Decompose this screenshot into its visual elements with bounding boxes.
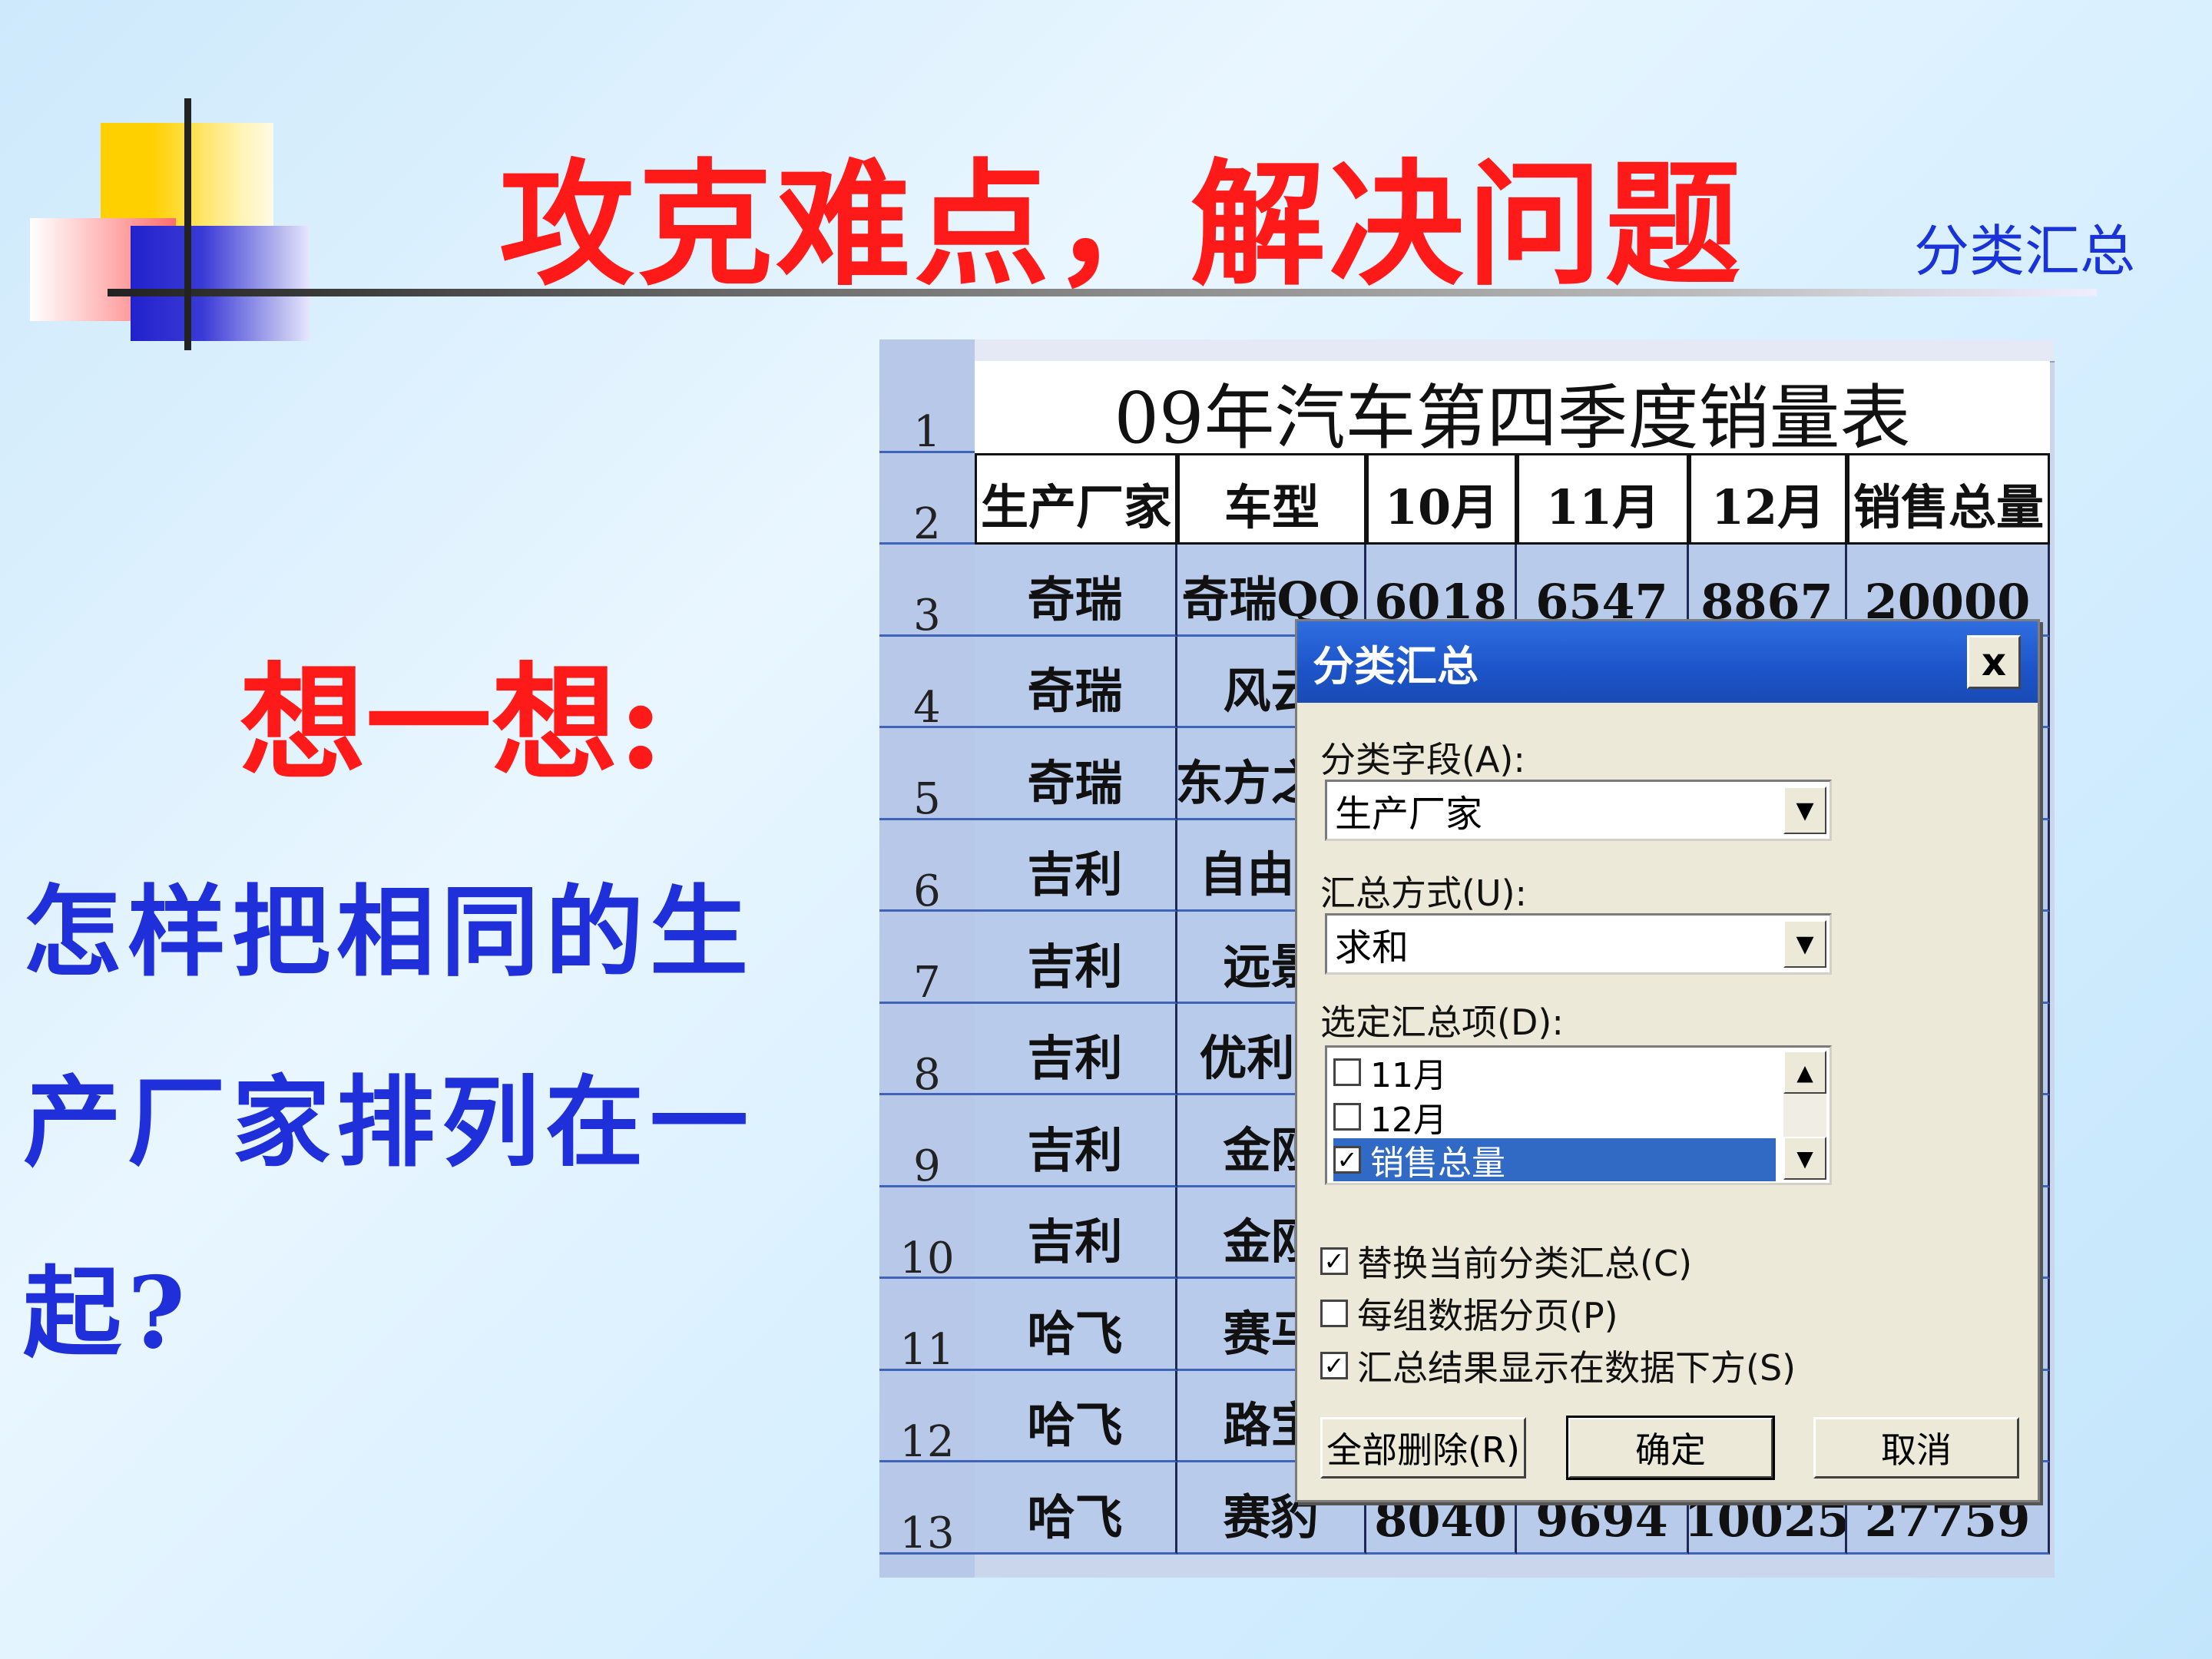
header-cell[interactable]: 车型 [1177, 452, 1366, 545]
sheet-column-header-bar [879, 339, 2055, 363]
question-line: 起? [23, 1256, 192, 1371]
slide-title: 攻克难点，解决问题 [498, 145, 1743, 304]
list-item[interactable]: 12月 [1333, 1095, 1447, 1140]
table-cell[interactable]: 奇瑞 [975, 545, 1177, 637]
checkbox[interactable]: ✓ [1320, 1247, 1348, 1276]
question-line: 怎样把相同的生 [23, 875, 755, 990]
table-cell[interactable]: 奇瑞 [975, 636, 1177, 728]
listbox-scrollbar[interactable]: ▲ ▼ [1783, 1051, 1826, 1180]
list-item[interactable]: ✓ 销售总量 [1333, 1138, 1776, 1183]
func-value: 求和 [1335, 926, 1409, 969]
header-cell[interactable]: 10月 [1366, 452, 1517, 545]
table-cell[interactable]: 奇瑞 [975, 728, 1177, 820]
row-number[interactable]: 3 [879, 545, 975, 641]
row-number[interactable]: 13 [879, 1462, 975, 1558]
row-number[interactable]: 7 [879, 912, 975, 1008]
chevron-down-icon[interactable]: ▼ [1783, 786, 1826, 834]
sheet-title[interactable]: 09年汽车第四季度销量表 [975, 361, 2050, 465]
list-item-label: 11月 [1370, 1056, 1447, 1095]
dialog-title-bar[interactable]: 分类汇总 [1297, 621, 2038, 703]
header-cell[interactable]: 销售总量 [1847, 452, 2050, 545]
row-number[interactable]: 2 [879, 453, 975, 549]
func-select[interactable]: 求和 ▼ [1325, 913, 1832, 975]
table-cell[interactable]: 哈飞 [975, 1279, 1177, 1371]
row-number[interactable]: 9 [879, 1095, 975, 1191]
checkbox[interactable] [1333, 1058, 1361, 1086]
chevron-down-icon[interactable]: ▼ [1783, 920, 1826, 968]
remove-all-button[interactable]: 全部删除(R) [1320, 1417, 1526, 1479]
row-number[interactable]: 6 [879, 820, 975, 916]
list-item[interactable]: 11月 [1333, 1051, 1447, 1095]
table-cell[interactable]: 哈飞 [975, 1370, 1177, 1462]
subtotal-dialog: 分类汇总 x 分类字段(A): 生产厂家 ▼ 汇总方式(U): 求和 ▼ 选定汇… [1295, 619, 2040, 1502]
table-cell[interactable]: 吉利 [975, 912, 1177, 1004]
option-replace[interactable]: ✓ 替换当前分类汇总(C) [1320, 1236, 1692, 1286]
scroll-up-icon[interactable]: ▲ [1783, 1051, 1826, 1094]
table-cell[interactable]: 哈飞 [975, 1462, 1177, 1555]
option-summary-below[interactable]: ✓ 汇总结果显示在数据下方(S) [1320, 1340, 1796, 1391]
list-item-label: 12月 [1370, 1101, 1447, 1140]
row-number[interactable]: 11 [879, 1279, 975, 1375]
checkbox[interactable]: ✓ [1333, 1145, 1361, 1174]
items-listbox[interactable]: 11月 12月 ✓ 销售总量 ▲ ▼ [1325, 1045, 1832, 1185]
group-field-value: 生产厂家 [1335, 793, 1483, 836]
row-number[interactable]: 10 [879, 1187, 975, 1283]
scroll-down-icon[interactable]: ▼ [1783, 1137, 1826, 1180]
question-text: 怎样把相同的生 产厂家排列在一 起? [23, 837, 814, 1409]
header-cell[interactable]: 11月 [1517, 452, 1689, 545]
think-heading: 想一想: [240, 649, 664, 797]
row-number[interactable]: 12 [879, 1371, 975, 1467]
table-cell[interactable]: 吉利 [975, 1187, 1177, 1279]
row-number[interactable]: 5 [879, 728, 975, 824]
option-label: 每组数据分页(P) [1357, 1295, 1618, 1336]
option-label: 汇总结果显示在数据下方(S) [1357, 1347, 1796, 1389]
group-field-label: 分类字段(A): [1320, 739, 1525, 780]
close-icon[interactable]: x [1967, 635, 2021, 689]
question-line: 产厂家排列在一 [23, 1065, 755, 1181]
header-cell[interactable]: 生产厂家 [975, 452, 1177, 545]
table-cell[interactable]: 吉利 [975, 820, 1177, 912]
row-number[interactable]: 8 [879, 1004, 975, 1100]
items-label: 选定汇总项(D): [1320, 1002, 1564, 1043]
checkbox[interactable] [1320, 1300, 1348, 1327]
list-item-label: 销售总量 [1370, 1144, 1505, 1183]
option-label: 替换当前分类汇总(C) [1357, 1243, 1693, 1284]
func-label: 汇总方式(U): [1320, 873, 1528, 914]
group-field-select[interactable]: 生产厂家 ▼ [1325, 780, 1832, 841]
checkbox[interactable] [1333, 1103, 1361, 1131]
header-cell[interactable]: 12月 [1689, 452, 1847, 545]
row-number[interactable]: 4 [879, 637, 975, 733]
ok-button[interactable]: 确定 [1566, 1416, 1775, 1480]
table-cell[interactable]: 吉利 [975, 1095, 1177, 1187]
corner-label: 分类汇总 [1914, 219, 2136, 283]
row-number[interactable]: 1 [879, 361, 975, 457]
option-page-break[interactable]: 每组数据分页(P) [1320, 1288, 1618, 1339]
dialog-title: 分类汇总 [1313, 641, 1479, 690]
cancel-button[interactable]: 取消 [1813, 1417, 2019, 1479]
table-cell[interactable]: 吉利 [975, 1003, 1177, 1095]
checkbox[interactable]: ✓ [1320, 1351, 1348, 1380]
